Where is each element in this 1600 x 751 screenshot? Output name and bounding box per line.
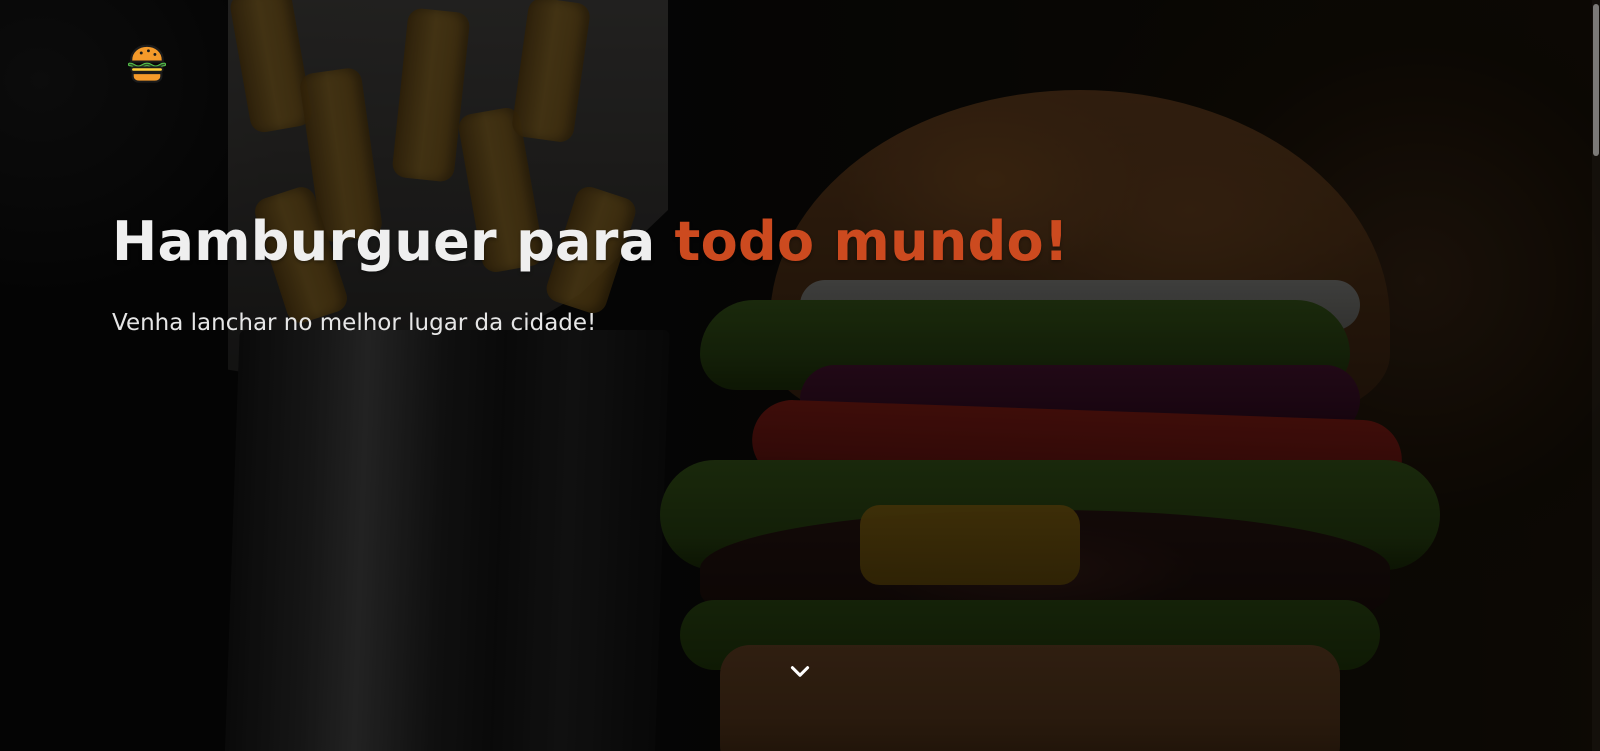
chevron-down-icon <box>790 666 810 677</box>
scrollbar-thumb[interactable] <box>1593 4 1599 156</box>
logo[interactable] <box>124 40 170 86</box>
hero-title-main: Hamburguer para <box>112 210 675 273</box>
hero-subtitle: Venha lanchar no melhor lugar da cidade! <box>112 310 597 336</box>
hero-title: Hamburguer para todo mundo! <box>112 210 1069 273</box>
page-scrollbar[interactable] <box>1592 0 1600 751</box>
scroll-down-button[interactable] <box>784 660 816 684</box>
hero-title-highlight: todo mundo! <box>674 210 1069 273</box>
landing-page: Hamburguer para todo mundo! Venha lancha… <box>0 0 1600 751</box>
burger-icon <box>127 44 167 83</box>
hero-section: Hamburguer para todo mundo! Venha lancha… <box>0 0 1600 751</box>
